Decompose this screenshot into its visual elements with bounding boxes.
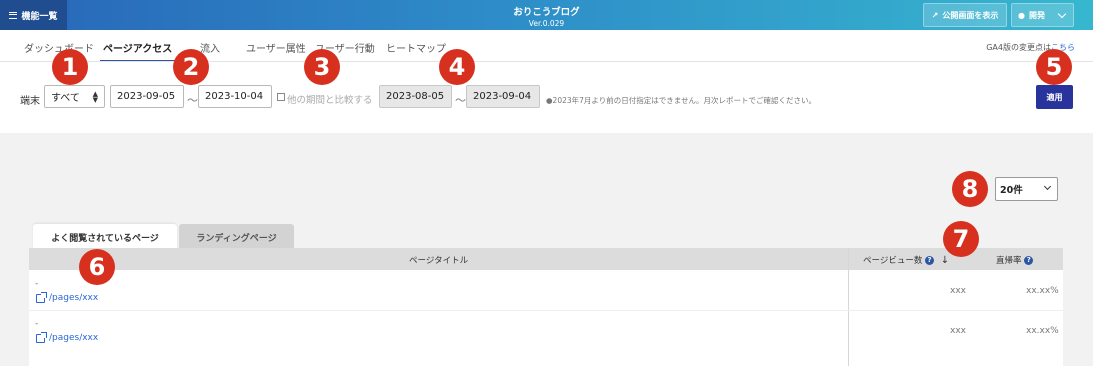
ga4-notice-text: GA4版の変更点は [986, 43, 1051, 52]
pageviews-header-label: ページビュー数 [863, 256, 923, 266]
sort-desc-icon[interactable]: ↓ [941, 255, 949, 266]
pages-table: ページタイトル ページビュー数 ? ↓ 直帰率 ? - /pages/xxx x… [29, 248, 1063, 366]
table-header: ページタイトル ページビュー数 ? ↓ 直帰率 ? [29, 248, 1063, 270]
bounce-header-label: 直帰率 [996, 256, 1022, 266]
device-select-value: すべて [51, 93, 80, 104]
row-bounce-rate: xx.xx% [1026, 286, 1059, 296]
compare-label: 他の期間と比較する [287, 95, 373, 106]
date-range-separator: 〜 [187, 94, 198, 107]
section-tabs: ダッシュボード ページアクセス 流入 ユーザー属性 ユーザー行動 ヒートマップ … [0, 30, 1093, 62]
app-header: 機能一覧 おりこうブログ Ver.0.029 ↗ 公開画面を表示 ● 開発 [0, 0, 1093, 30]
per-page-select[interactable]: 20件 [995, 177, 1058, 201]
external-link-icon [36, 291, 47, 303]
start-date-input[interactable]: 2023-09-05 [110, 85, 184, 108]
info-icon: ● [1018, 10, 1025, 20]
row-pageviews: xxx [950, 326, 966, 336]
row-bounce-rate: xx.xx% [1026, 326, 1059, 336]
external-link-icon: ↗ [931, 10, 939, 20]
device-select[interactable]: すべて ▲ ▼ [44, 85, 105, 108]
row-page-path: /pages/xxx [49, 293, 99, 303]
marker-8: 8 [952, 171, 988, 207]
tab-user-attributes[interactable]: ユーザー属性 [246, 40, 306, 55]
column-header-title: ページタイトル [409, 256, 469, 266]
marker-3: 3 [304, 49, 340, 85]
compare-start-date-input[interactable]: 2023-08-05 [379, 85, 452, 108]
marker-7: 7 [943, 221, 979, 257]
row-pageviews: xxx [950, 286, 966, 296]
row-page-link[interactable]: /pages/xxx [36, 291, 99, 303]
marker-5: 5 [1036, 49, 1072, 85]
external-link-icon [36, 331, 47, 343]
compare-start-date-value: 2023-08-05 [386, 91, 445, 102]
row-page-path: /pages/xxx [49, 333, 99, 343]
marker-1: 1 [52, 49, 88, 85]
start-date-value: 2023-09-05 [117, 91, 176, 102]
column-header-bounce[interactable]: 直帰率 ? [996, 254, 1034, 266]
row-title: - [35, 279, 39, 289]
column-header-pageviews[interactable]: ページビュー数 ? ↓ [863, 254, 949, 266]
marker-4: 4 [439, 49, 475, 85]
tab-heatmap[interactable]: ヒートマップ [386, 40, 446, 55]
help-icon[interactable]: ? [1024, 256, 1034, 265]
compare-checkbox[interactable] [277, 93, 285, 101]
date-limit-note: ●2023年7月より前の日付指定はできません。月次レポートでご確認ください。 [546, 96, 817, 105]
view-public-label: 公開画面を表示 [942, 10, 999, 20]
device-label: 端末 [20, 96, 40, 107]
tab-landing-pages[interactable]: ランディングページ [179, 224, 294, 250]
chevron-down-icon [1043, 182, 1052, 191]
end-date-input[interactable]: 2023-10-04 [198, 85, 272, 108]
end-date-value: 2023-10-04 [205, 91, 264, 102]
dev-menu-label: 開発 [1028, 10, 1045, 20]
select-arrows-icon: ▲ ▼ [92, 90, 98, 104]
marker-2: 2 [173, 49, 209, 85]
compare-end-date-input[interactable]: 2023-09-04 [466, 85, 540, 108]
view-public-button[interactable]: ↗ 公開画面を表示 [923, 3, 1007, 27]
chevron-down-icon [1057, 9, 1067, 19]
marker-6: 6 [79, 249, 115, 285]
row-divider [29, 310, 1063, 311]
tab-page-access[interactable]: ページアクセス [103, 40, 172, 55]
compare-range-separator: 〜 [455, 94, 466, 107]
table-row: - /pages/xxx xxx xx.xx% [29, 272, 1063, 312]
table-row: - /pages/xxx xxx xx.xx% [29, 312, 1063, 352]
row-page-link[interactable]: /pages/xxx [36, 331, 99, 343]
per-page-value: 20件 [1000, 185, 1023, 196]
help-icon[interactable]: ? [925, 256, 935, 265]
dev-menu-button[interactable]: ● 開発 [1011, 3, 1074, 27]
row-title: - [35, 319, 39, 329]
filter-bar: 端末 すべて ▲ ▼ 2023-09-05 〜 2023-10-04 他の期間と比… [0, 61, 1093, 133]
tab-popular-pages[interactable]: よく閲覧されているページ [33, 224, 177, 250]
compare-end-date-value: 2023-09-04 [473, 91, 532, 102]
apply-button[interactable]: 適用 [1036, 85, 1073, 109]
